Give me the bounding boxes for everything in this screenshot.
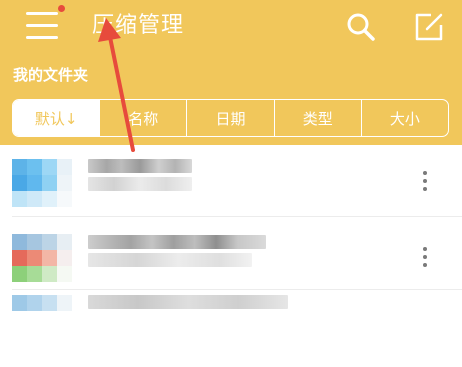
file-list	[0, 145, 462, 313]
sort-tab-type[interactable]: 类型	[273, 100, 361, 136]
sort-tab-date[interactable]: 日期	[186, 100, 273, 136]
notification-dot	[58, 5, 65, 12]
hamburger-menu-icon[interactable]	[26, 10, 60, 42]
section-title: 我的文件夹	[13, 66, 89, 84]
divider	[12, 289, 462, 290]
more-vertical-icon[interactable]	[418, 169, 432, 193]
app-header: 压缩管理 我的文件夹 默认↓ 名称 日期 类型 大小	[0, 0, 462, 145]
file-thumbnail	[12, 295, 72, 343]
list-item[interactable]	[0, 219, 462, 293]
edit-icon[interactable]	[414, 12, 444, 42]
file-name-pixelated	[88, 159, 192, 173]
more-vertical-icon[interactable]	[418, 245, 432, 269]
divider	[12, 216, 462, 217]
sort-tab-default[interactable]: 默认↓	[13, 100, 100, 136]
sort-tab-name[interactable]: 名称	[99, 100, 186, 136]
file-name-pixelated	[88, 235, 266, 249]
sort-tab-size[interactable]: 大小	[360, 100, 448, 136]
file-thumbnail	[12, 234, 72, 282]
list-item[interactable]	[0, 293, 462, 367]
file-meta-pixelated	[88, 177, 192, 191]
file-name-pixelated	[88, 295, 288, 309]
file-meta-pixelated	[88, 253, 252, 267]
file-thumbnail	[12, 159, 72, 207]
sort-bar: 默认↓ 名称 日期 类型 大小	[12, 99, 449, 137]
list-item[interactable]	[0, 145, 462, 219]
page-title: 压缩管理	[92, 13, 185, 38]
search-icon[interactable]	[345, 11, 377, 43]
